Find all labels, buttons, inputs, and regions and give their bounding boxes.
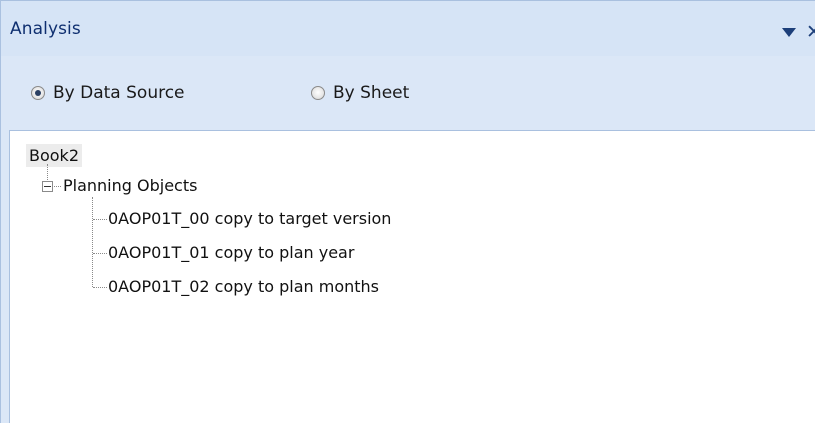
pane-controls: ✕ — [782, 23, 815, 41]
tree-connector — [92, 197, 93, 287]
pane-titlebar: Analysis ✕ — [1, 0, 815, 56]
radio-checked-icon[interactable] — [31, 86, 45, 100]
tree-connector — [54, 186, 61, 187]
pane-title: Analysis — [10, 19, 81, 39]
close-icon[interactable]: ✕ — [806, 23, 815, 41]
radio-by-sheet-label: By Sheet — [333, 83, 410, 103]
tree-root-book2[interactable]: Book2 — [26, 144, 82, 167]
radio-by-sheet[interactable]: By Sheet — [311, 83, 409, 103]
radio-by-data-source[interactable]: By Data Source — [31, 83, 185, 103]
tree-connector — [93, 219, 107, 220]
radio-by-data-source-label: By Data Source — [53, 83, 185, 103]
view-options: By Data Source By Sheet — [1, 56, 815, 130]
tree-connector — [93, 287, 107, 288]
tree-leaf-item[interactable]: 0AOP01T_02 copy to plan months — [108, 277, 379, 296]
analysis-pane: Analysis ✕ By Data Source By Sheet Book2… — [0, 0, 815, 423]
tree-connector — [93, 253, 107, 254]
tree-connector — [47, 164, 48, 180]
tree-leaf-item[interactable]: 0AOP01T_01 copy to plan year — [108, 243, 354, 262]
radio-unchecked-icon[interactable] — [311, 86, 325, 100]
tree-leaf-item[interactable]: 0AOP01T_00 copy to target version — [108, 209, 391, 228]
tree-node-planning-objects[interactable]: Planning Objects — [63, 176, 197, 195]
collapse-minus-icon[interactable] — [42, 181, 53, 192]
tree-view: Book2 Planning Objects 0AOP01T_00 copy t… — [9, 130, 815, 423]
dropdown-arrow-icon[interactable] — [782, 27, 796, 37]
